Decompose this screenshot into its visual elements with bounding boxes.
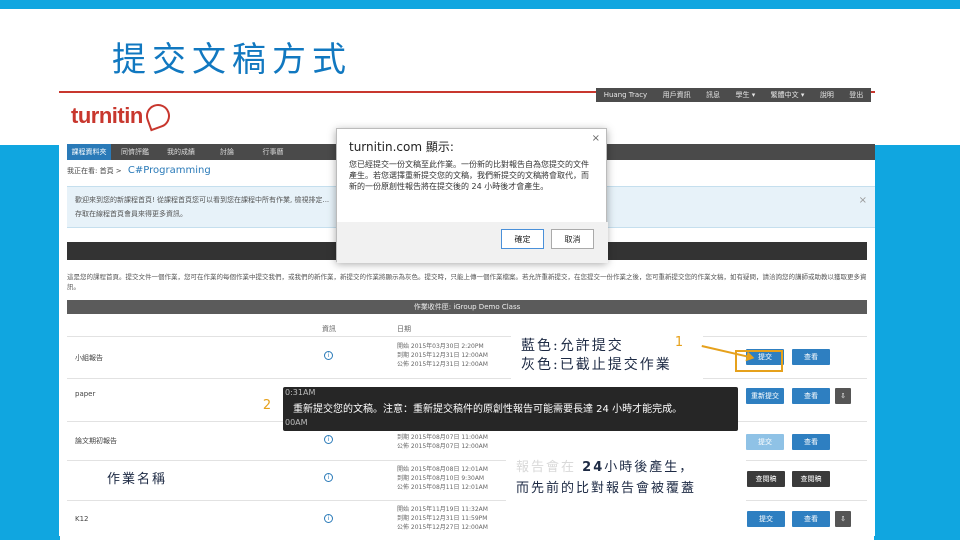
slide-title: 提交文稿方式: [112, 40, 352, 80]
view-button[interactable]: 查看: [792, 434, 830, 450]
tab-my-grades[interactable]: 我的成績: [159, 144, 203, 160]
note-line-2: 而先前的比對報告會被覆蓋: [516, 481, 697, 496]
top-nav: Huang Tracy 用戶資訊 訊息 學生 ▾ 繁體中文 ▾ 說明 登出: [596, 88, 871, 102]
resubmit-button[interactable]: 重新提交: [746, 388, 784, 404]
legend-line-grey: 灰色:已截止提交作業: [521, 357, 672, 373]
note-rest: 小時後產生，: [604, 460, 695, 475]
resubmit-tooltip: 0:31AM 重新提交您的文稿。注意：重新提交稿件的原創性報告可能需要長達 24…: [283, 387, 738, 431]
assignment-dates: 開始 2015年11月19日 11:32AM 到期 2015年12月31日 11…: [397, 506, 488, 531]
info-icon[interactable]: i: [324, 435, 333, 444]
assignment-name: K12: [75, 515, 89, 523]
topnav-help[interactable]: 說明: [820, 90, 834, 100]
column-info: 資訊: [322, 325, 336, 333]
close-icon[interactable]: ×: [859, 195, 867, 206]
tab-discussion[interactable]: 討論: [205, 144, 249, 160]
confirm-button[interactable]: 確定: [501, 229, 544, 249]
tab-class-portfolio[interactable]: 課程資料夾: [67, 144, 111, 160]
tooltip-side-text-top: 0:31AM: [285, 388, 316, 397]
resubmit-confirm-dialog: turnitin.com 顯示: × 您已經提交一份文稿至此作業。一份新的比對報…: [336, 128, 608, 263]
dialog-button-bar: 確定 取消: [337, 222, 608, 263]
info-icon[interactable]: i: [324, 514, 333, 523]
view-draft-button[interactable]: 查閱稿: [747, 471, 785, 487]
legend-line-blue: 藍色:允許提交: [521, 338, 624, 354]
dialog-title: turnitin.com 顯示:: [349, 140, 454, 154]
assignment-dates: 開始 2015年08月08日 12:01AM 到期 2015年08月10日 9:…: [397, 466, 488, 491]
assignment-inbox-title: 作業收件匣: iGroup Demo Class: [67, 300, 867, 314]
view-draft-button-2[interactable]: 查閱稿: [792, 471, 830, 487]
download-icon[interactable]: ⇩: [835, 511, 851, 527]
assignment-name: paper: [75, 390, 96, 398]
notice-line-1: 歡迎來到您的新課程首頁! 從課程首頁您可以看到您在課程中所有作業, 檢視排定..…: [75, 196, 330, 204]
topnav-logout[interactable]: 登出: [849, 90, 863, 100]
notice-line-2: 存取在線程首頁會員來得更多資訊。: [75, 210, 187, 218]
tooltip-side-text-bottom: 00AM: [285, 418, 308, 427]
assignment-name: 論文期初報告: [75, 437, 117, 445]
topnav-messages[interactable]: 訊息: [706, 90, 720, 100]
close-icon[interactable]: ×: [592, 133, 600, 144]
submit-button-disabled[interactable]: 提交: [746, 434, 784, 450]
logo-text: turnitin: [71, 103, 143, 128]
download-icon[interactable]: ⇩: [835, 388, 851, 404]
submit-button[interactable]: 提交: [747, 511, 785, 527]
logo-mark-icon: [142, 100, 174, 132]
tab-peermark[interactable]: 同儕評鑑: [113, 144, 157, 160]
portfolio-description: 這是您的課程首頁。提交文件一個作業，您可在作業的每個作業中提交我們，或我們的新作…: [67, 273, 867, 291]
assignment-name: 小組報告: [75, 354, 103, 362]
turnitin-logo[interactable]: turnitin: [71, 100, 174, 132]
note-faded-text: 報告會在: [516, 460, 577, 475]
slide-right-band: [874, 145, 960, 540]
view-button[interactable]: 查看: [792, 511, 830, 527]
tab-calendar[interactable]: 行事曆: [251, 144, 295, 160]
submit-highlight: [735, 350, 783, 372]
report-note: 報告會在 24小時後產生， 而先前的比對報告會被覆蓋: [506, 451, 746, 506]
cancel-button[interactable]: 取消: [551, 229, 594, 249]
assignment-dates: 開始 2015年03月30日 2:20PM 到期 2015年12月31日 12:…: [397, 343, 488, 368]
slide-top-stripe: [0, 0, 960, 9]
info-icon[interactable]: i: [324, 351, 333, 360]
topnav-user-info[interactable]: 用戶資訊: [663, 90, 691, 100]
table-row: K12 i 開始 2015年11月19日 11:32AM 到期 2015年12月…: [67, 500, 867, 536]
assignment-name-label: 作業名稱: [94, 466, 180, 494]
breadcrumb: 我正在看: 首頁 > C#Programming: [67, 165, 211, 176]
slide-left-band: [0, 145, 60, 540]
step-badge-1: 1: [674, 335, 684, 350]
topnav-role-dropdown[interactable]: 學生 ▾: [735, 90, 755, 100]
note-hours: 24: [582, 460, 605, 475]
breadcrumb-class: C#Programming: [127, 165, 211, 176]
info-icon[interactable]: i: [324, 473, 333, 482]
breadcrumb-prefix[interactable]: 我正在看: 首頁 >: [67, 167, 122, 175]
table-row: i 開始 2015年08月08日 12:01AM 到期 2015年08月10日 …: [67, 460, 867, 498]
dialog-message: 您已經提交一份文稿至此作業。一份新的比對報告自為您提交的文件產生。若您選擇重新提…: [349, 160, 589, 191]
step-badge-2: 2: [262, 398, 272, 413]
topnav-language-dropdown[interactable]: 繁體中文 ▾: [771, 90, 805, 100]
column-dates: 日期: [397, 325, 411, 333]
tooltip-text: 重新提交您的文稿。注意：重新提交稿件的原創性報告可能需要長達 24 小時才能完成…: [293, 404, 683, 415]
view-button[interactable]: 查看: [792, 349, 830, 365]
topnav-user[interactable]: Huang Tracy: [604, 91, 648, 99]
view-button[interactable]: 查看: [792, 388, 830, 404]
